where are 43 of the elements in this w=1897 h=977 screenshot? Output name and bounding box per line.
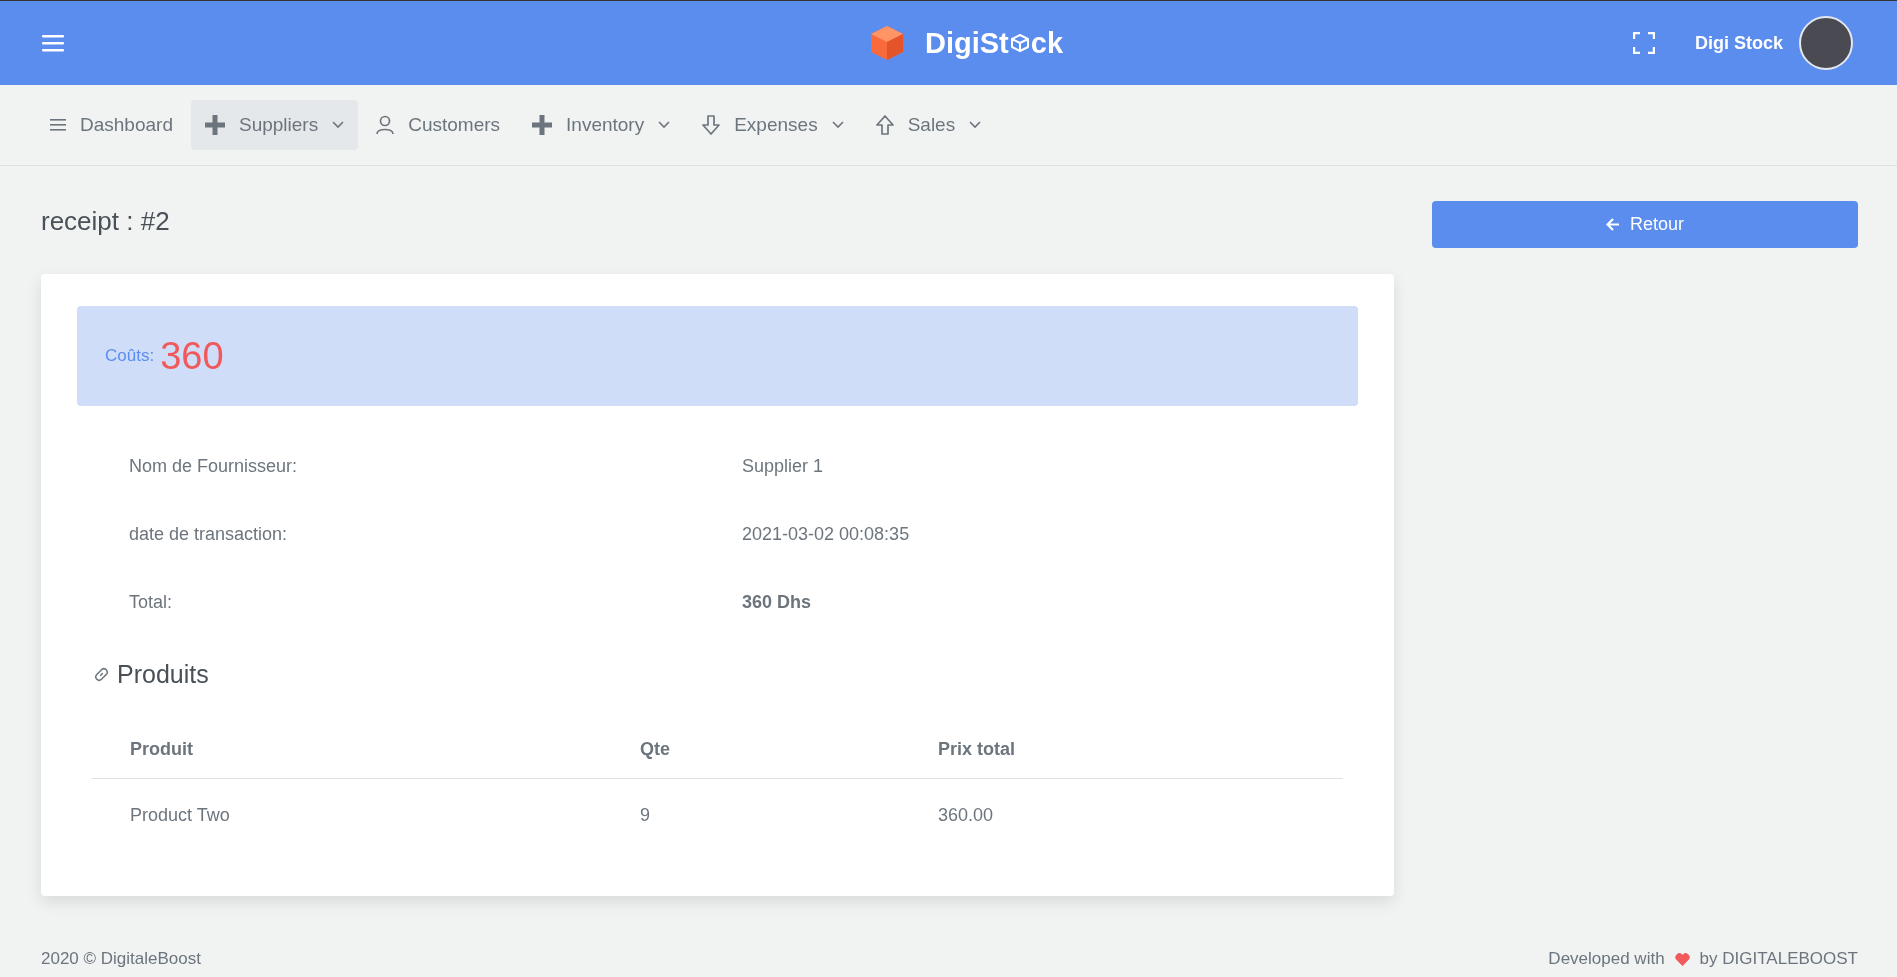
detail-label: Nom de Fournisseur:	[129, 456, 299, 477]
page-title: receipt : #2	[41, 206, 171, 238]
nav-item[interactable]: Sales	[861, 100, 996, 150]
detail-value: 2021-03-02 00:08:35	[742, 524, 910, 545]
back-button[interactable]: Retour	[1432, 201, 1858, 248]
nav-item[interactable]: Dashboard	[36, 100, 187, 150]
nav-item[interactable]: Inventory	[518, 100, 685, 150]
logo-text: DigiSt	[925, 26, 1009, 60]
detail-value: 360 Dhs	[742, 592, 812, 613]
heart-icon	[1674, 952, 1690, 966]
menu-icon[interactable]	[42, 34, 64, 52]
plus-icon	[204, 115, 225, 135]
box-icon	[1009, 33, 1030, 53]
cost-label: Coûts:	[105, 346, 155, 366]
credit-text: by DIGITALEBOOST	[1699, 949, 1858, 969]
copyright-text: 2020 © DigitaleBoost	[41, 949, 201, 969]
logo-text: ck	[1030, 26, 1064, 60]
user-icon	[376, 115, 395, 135]
column-header: Qte	[602, 725, 900, 779]
nav-item[interactable]: Expenses	[688, 100, 858, 150]
fullscreen-icon[interactable]	[1633, 32, 1655, 54]
cube-icon	[870, 25, 904, 61]
nav-item[interactable]: Customers	[362, 100, 515, 150]
table-cell: Product Two	[92, 778, 602, 856]
section-heading: Produits	[117, 660, 209, 689]
table-cell: 9	[602, 778, 900, 856]
arrow-up-icon	[875, 115, 894, 135]
cost-value: 360	[160, 334, 224, 378]
nav-item[interactable]: Suppliers	[190, 100, 359, 150]
detail-label: date de transaction:	[129, 524, 289, 545]
column-header: Produit	[92, 725, 602, 779]
arrow-down-icon	[702, 115, 721, 135]
menu-icon	[50, 119, 66, 131]
avatar[interactable]	[1799, 16, 1853, 70]
detail-label: Total:	[129, 592, 174, 613]
column-header: Prix total	[900, 725, 1343, 779]
plus-icon	[532, 115, 553, 135]
arrow-left-icon	[1606, 218, 1620, 231]
link-icon	[94, 667, 109, 682]
credit-text: Developed with	[1548, 949, 1665, 969]
table-cell: 360.00	[900, 778, 1343, 856]
detail-value: Supplier 1	[742, 456, 824, 477]
user-name[interactable]: Digi Stock	[1695, 32, 1783, 54]
